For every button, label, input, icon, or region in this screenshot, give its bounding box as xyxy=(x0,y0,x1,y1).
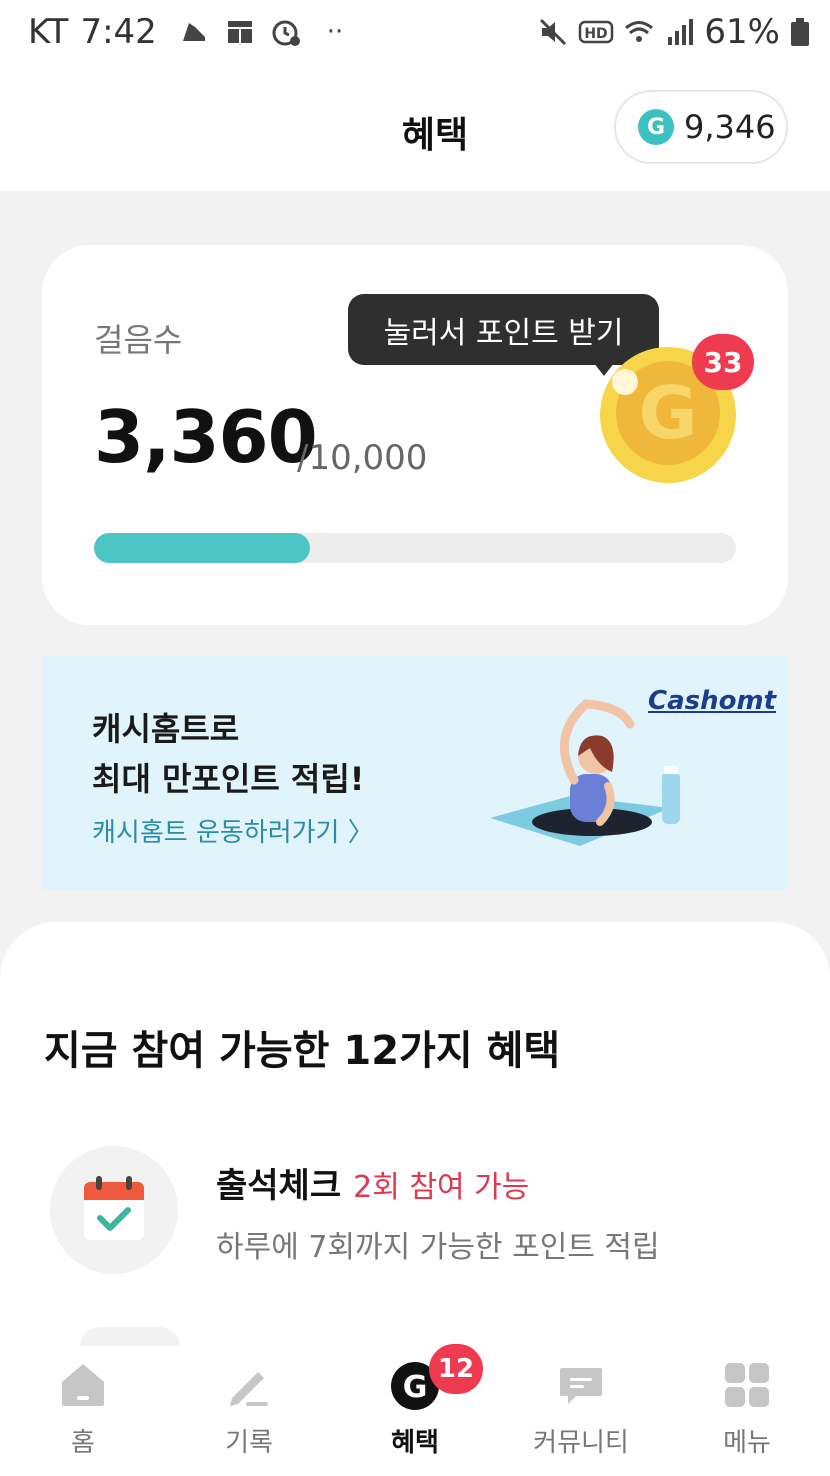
wifi-icon xyxy=(625,21,654,42)
nav-record[interactable]: 기록 xyxy=(179,1346,319,1476)
attendance-tag: 2회 참여 가능 xyxy=(353,1170,530,1205)
coin-shine xyxy=(612,369,638,395)
battery-percent: 61% xyxy=(704,12,780,52)
nav-menu-label: 메뉴 xyxy=(723,1428,771,1458)
attendance-title: 출석체크 xyxy=(216,1166,342,1206)
calendar-check-icon xyxy=(84,1176,144,1240)
banner-title-line2: 최대 만포인트 적립! xyxy=(92,760,365,798)
next-item-peek xyxy=(80,1327,180,1347)
bottom-navigation: 홈 기록 G 12 혜택 커뮤니티 메뉴 xyxy=(0,1344,830,1476)
g-point-icon: G xyxy=(638,109,674,145)
alarm-icon xyxy=(272,20,300,46)
steps-progress-bar xyxy=(94,533,736,563)
points-balance-button[interactable]: G 9,346 xyxy=(614,90,788,164)
nav-home[interactable]: 홈 xyxy=(13,1346,153,1476)
mute-icon xyxy=(540,18,567,46)
attendance-desc: 하루에 7회까지 가능한 포인트 적립 xyxy=(216,1230,660,1265)
nav-benefits-label: 혜택 xyxy=(391,1428,439,1458)
nav-benefits[interactable]: G 12 혜택 xyxy=(345,1344,485,1476)
yoga-illustration xyxy=(490,699,680,846)
clock: 7:42 xyxy=(80,12,157,52)
cashomt-banner[interactable]: 캐시홈트로 최대 만포인트 적립! 캐시홈트 운동하러가기 〉 Cashomt xyxy=(42,656,788,890)
more-dots-icon: ·· xyxy=(326,17,344,47)
attendance-icon-wrap[interactable] xyxy=(50,1146,178,1274)
signal-icon xyxy=(668,19,694,45)
benefits-count-badge: 12 xyxy=(429,1344,483,1394)
claim-points-tooltip: 눌러서 포인트 받기 xyxy=(348,294,659,365)
steps-goal: /10,000 xyxy=(297,438,428,478)
home-icon xyxy=(62,1364,104,1406)
attendance-check-item[interactable]: 출석체크 2회 참여 가능 xyxy=(216,1158,529,1207)
chat-icon xyxy=(560,1368,602,1404)
benefits-title: 지금 참여 가능한 12가지 혜택 xyxy=(44,1028,561,1074)
battery-icon xyxy=(791,18,809,46)
steps-progress-fill xyxy=(94,533,310,563)
nav-home-label: 홈 xyxy=(71,1428,95,1458)
grid-icon xyxy=(227,21,252,43)
steps-label: 걸음수 xyxy=(94,321,183,359)
nav-community[interactable]: 커뮤니티 xyxy=(511,1346,651,1476)
coin-count-badge: 33 xyxy=(692,334,754,390)
svg-text:HD: HD xyxy=(585,26,608,42)
steps-count: 3,360 xyxy=(94,395,318,479)
banner-link[interactable]: 캐시홈트 운동하러가기 〉 xyxy=(92,812,374,849)
status-bar: KT 7:42 ·· HD 61% xyxy=(0,0,830,66)
nav-menu[interactable]: 메뉴 xyxy=(677,1346,817,1476)
menu-grid-icon xyxy=(725,1363,769,1407)
svg-text:G: G xyxy=(403,1370,428,1405)
nav-record-label: 기록 xyxy=(225,1428,273,1458)
banner-title-line1: 캐시홈트로 xyxy=(92,710,240,748)
hd-icon: HD xyxy=(579,20,614,44)
shoe-icon xyxy=(182,23,205,41)
nav-community-label: 커뮤니티 xyxy=(533,1428,629,1458)
points-value: 9,346 xyxy=(684,108,776,146)
app-header: 혜택 G 9,346 xyxy=(0,66,830,191)
pencil-icon xyxy=(230,1372,268,1406)
carrier-label: KT xyxy=(28,12,69,52)
